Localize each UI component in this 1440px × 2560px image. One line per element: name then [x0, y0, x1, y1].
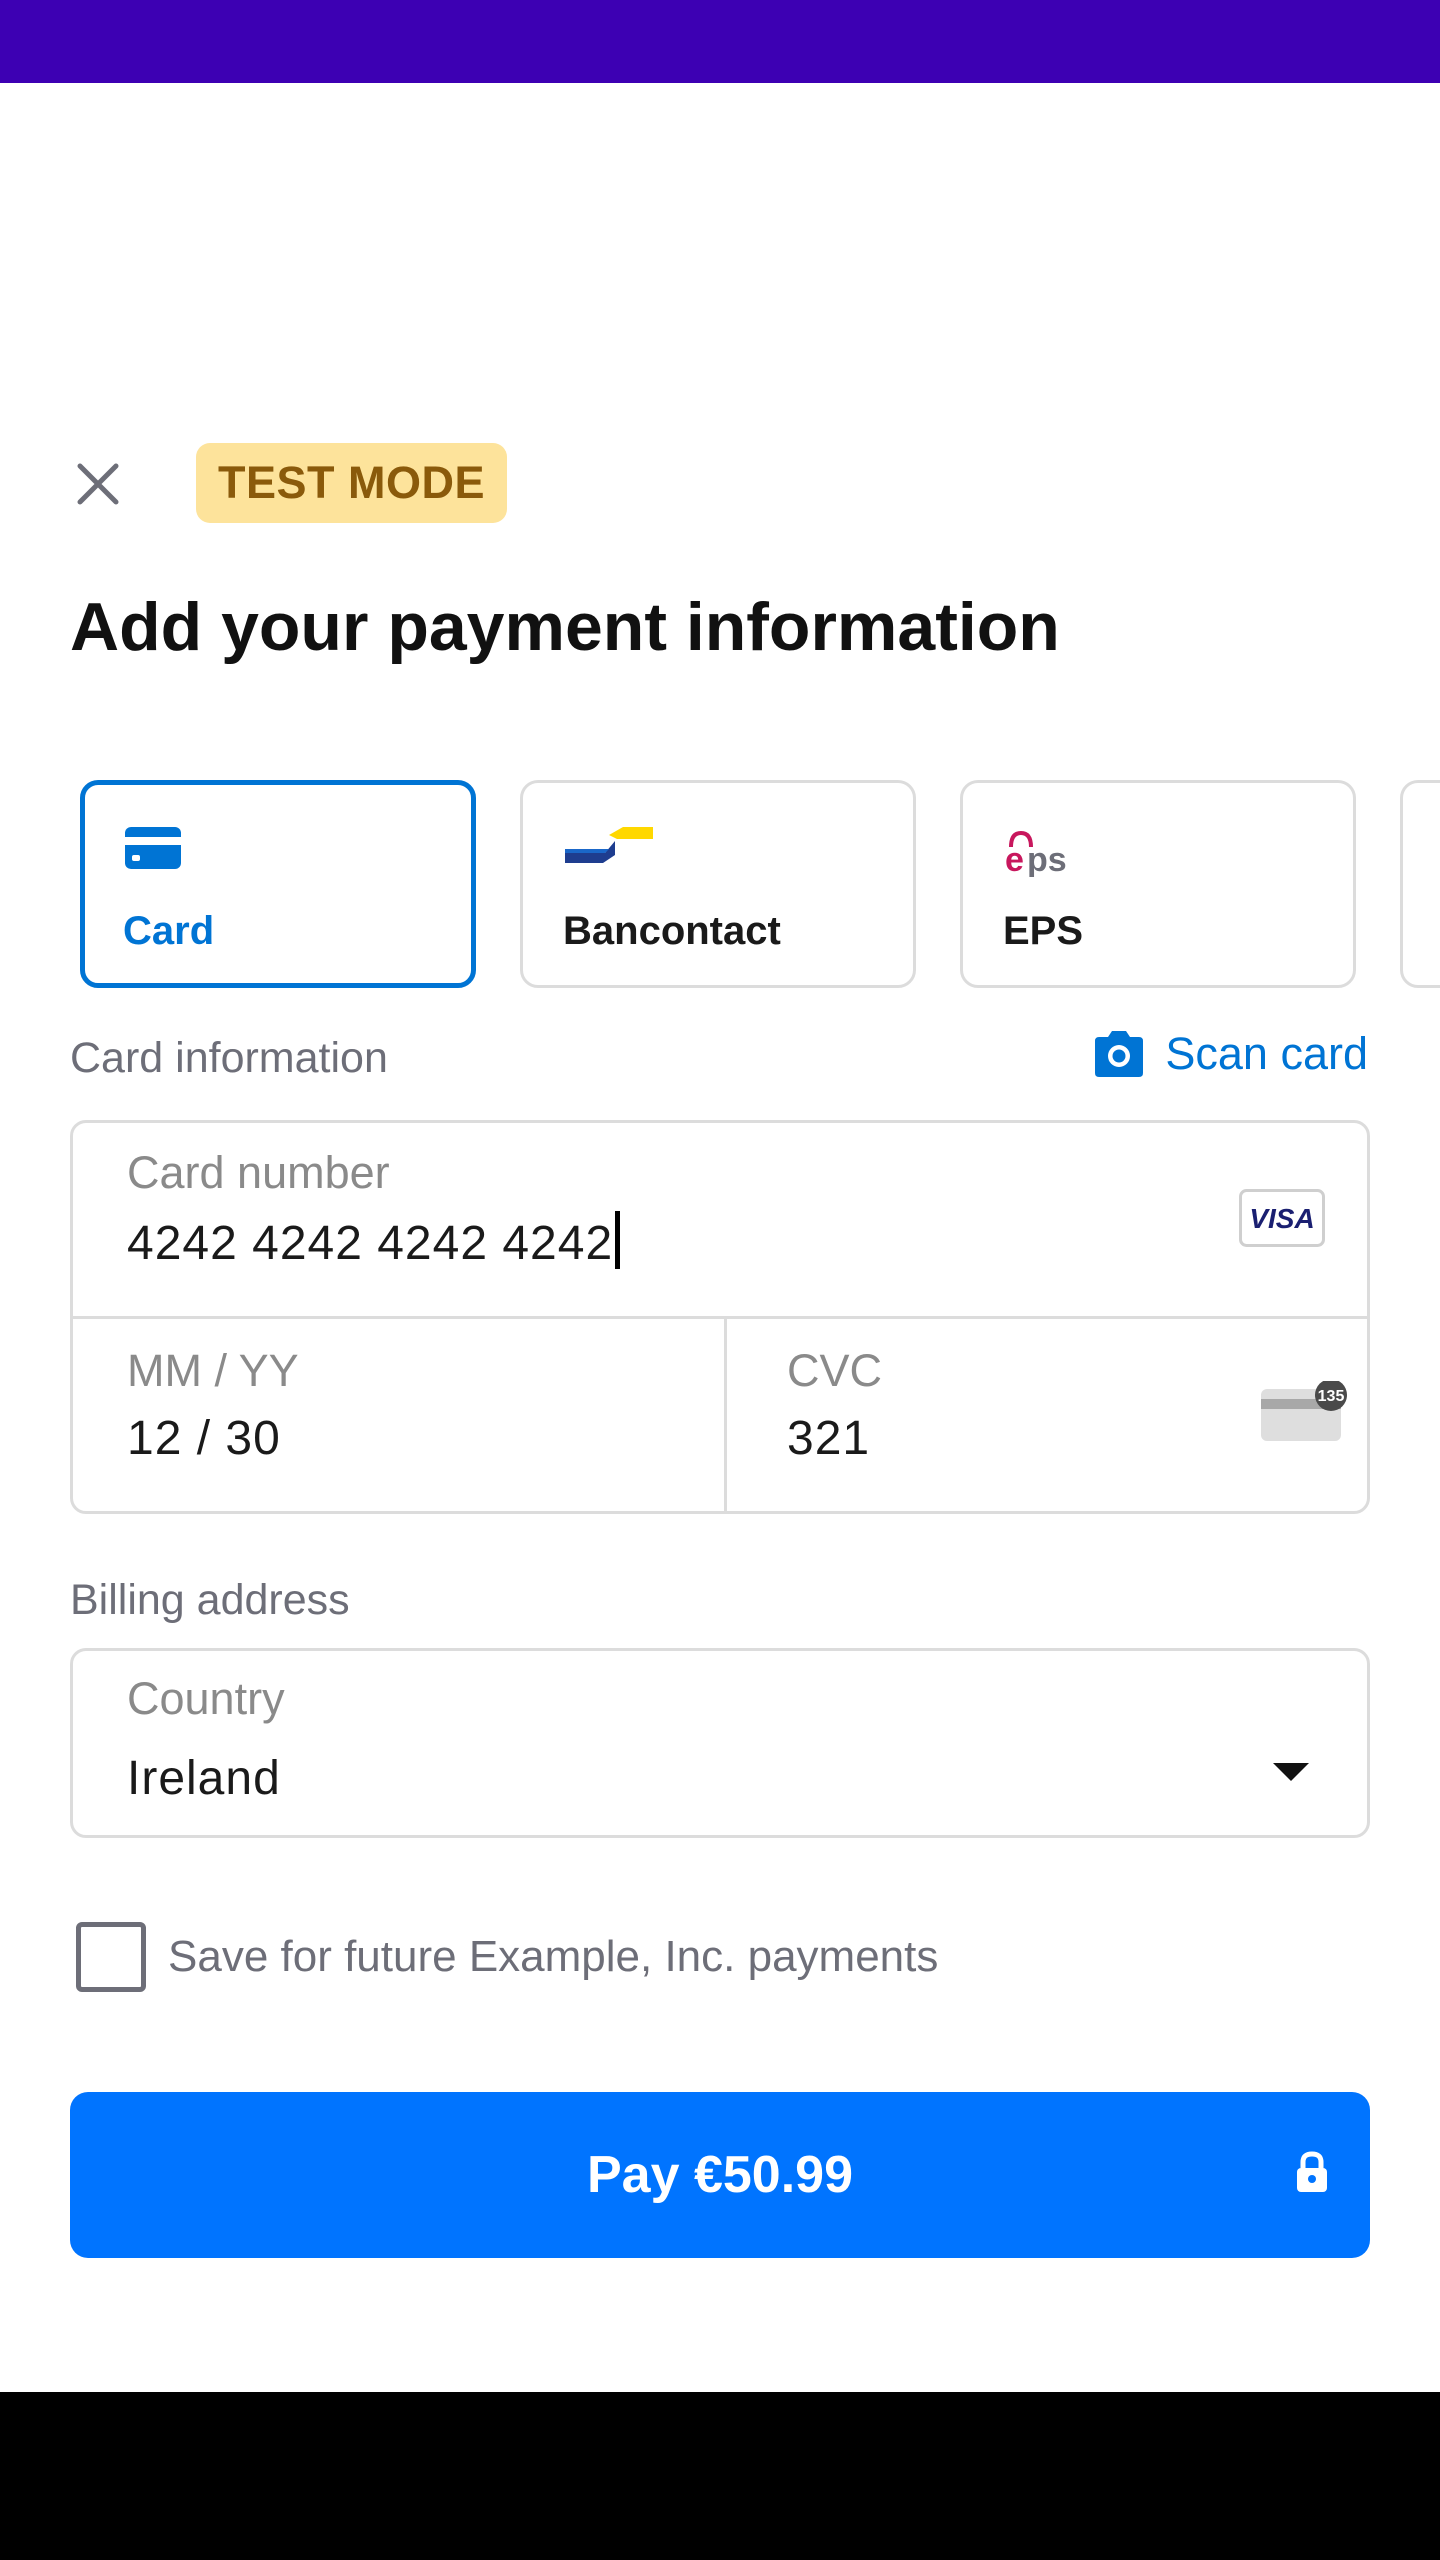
tab-card-label: Card	[123, 909, 215, 953]
close-button[interactable]	[62, 448, 134, 520]
country-select[interactable]: Country Ireland	[70, 1648, 1370, 1838]
card-number-label: Card number	[127, 1147, 390, 1198]
card-number-input[interactable]: 4242 4242 4242 4242	[127, 1211, 621, 1271]
bancontact-logo	[563, 825, 655, 870]
expiry-value: 12 / 30	[127, 1412, 281, 1465]
card-information-label: Card information	[70, 1034, 388, 1082]
expiry-field[interactable]: MM / YY 12 / 30	[73, 1319, 727, 1511]
expiry-label: MM / YY	[127, 1345, 299, 1396]
tab-bancontact[interactable]: Bancontact	[520, 780, 916, 988]
eps-logo: e ps	[1003, 825, 1083, 882]
camera-icon	[1095, 1031, 1144, 1077]
status-bar	[0, 0, 1440, 83]
card-number-field[interactable]: Card number 4242 4242 4242 4242 VISA	[73, 1123, 1367, 1319]
save-payment-checkbox[interactable]	[76, 1922, 146, 1992]
payment-method-tabs: Card Bancontact e ps EPS	[0, 780, 1440, 988]
tab-bancontact-label: Bancontact	[563, 909, 781, 953]
scan-card-button[interactable]: Scan card	[1091, 1028, 1368, 1080]
card-information-box: Card number 4242 4242 4242 4242 VISA MM …	[70, 1120, 1370, 1514]
lock-icon	[1297, 2151, 1327, 2192]
billing-address-label: Billing address	[70, 1576, 350, 1624]
tab-eps-label: EPS	[1003, 909, 1084, 953]
pay-button[interactable]: Pay €50.99	[70, 2092, 1370, 2258]
page-title: Add your payment information	[70, 589, 1060, 665]
cvc-value: 321	[787, 1412, 871, 1465]
navigation-bar	[0, 2392, 1440, 2560]
tab-more[interactable]	[1400, 780, 1440, 988]
close-icon	[77, 463, 119, 505]
card-icon	[123, 825, 183, 876]
tab-card[interactable]: Card	[80, 780, 476, 988]
cvc-label: CVC	[787, 1345, 883, 1396]
test-mode-badge: TEST MODE	[196, 443, 508, 523]
country-label: Country	[127, 1673, 285, 1724]
cvc-field[interactable]: CVC 321 135	[727, 1319, 1367, 1511]
scan-card-label: Scan card	[1165, 1028, 1368, 1079]
visa-logo: VISA	[1239, 1189, 1325, 1252]
text-caret	[615, 1211, 621, 1269]
chevron-down-icon	[1273, 1763, 1309, 1781]
svg-text:e: e	[1005, 841, 1024, 877]
cvc-hint-text: 135	[1318, 1388, 1345, 1405]
tab-eps[interactable]: e ps EPS	[960, 780, 1356, 988]
visa-brand-text: VISA	[1249, 1203, 1314, 1234]
save-payment-label: Save for future Example, Inc. payments	[168, 1932, 939, 1981]
svg-text:ps: ps	[1027, 841, 1067, 877]
pay-button-label: Pay €50.99	[586, 2146, 854, 2204]
country-value: Ireland	[127, 1752, 281, 1805]
card-number-value: 4242 4242 4242 4242	[127, 1217, 614, 1270]
cvc-card-icon: 135	[1253, 1379, 1349, 1450]
